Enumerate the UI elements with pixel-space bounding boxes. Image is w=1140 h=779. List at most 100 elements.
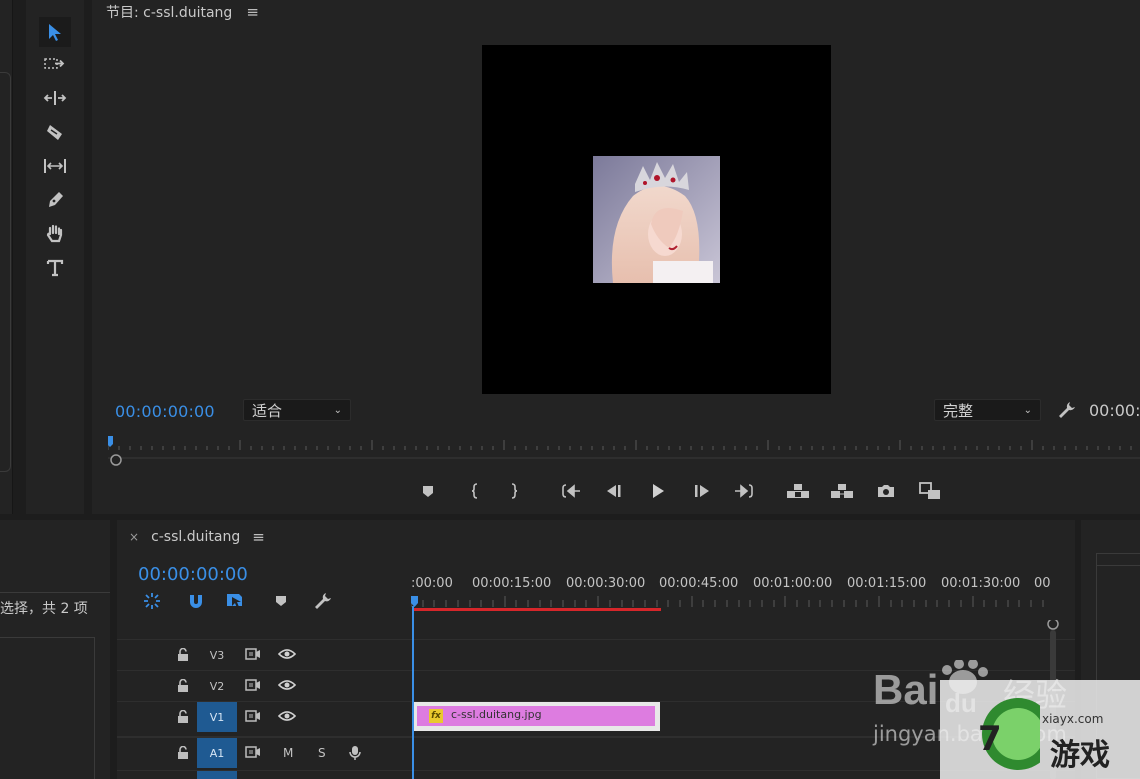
go-to-out-button[interactable] — [732, 480, 756, 502]
track-name-a1[interactable]: A1 — [197, 738, 237, 768]
go-to-out-icon — [735, 484, 753, 498]
program-playhead-timecode[interactable]: 00:00:00:00 — [115, 402, 215, 421]
track-name-v1[interactable]: V1 — [197, 702, 237, 732]
mark-in-button[interactable] — [463, 480, 487, 502]
pen-icon — [49, 192, 63, 207]
camera-icon — [878, 485, 894, 497]
lock-open-icon[interactable] — [177, 746, 189, 760]
track-select-tool-button[interactable] — [39, 49, 71, 79]
preview-image — [593, 156, 720, 283]
compare-view-icon — [919, 482, 940, 499]
lock-open-icon[interactable] — [177, 710, 189, 724]
nest-icon — [144, 593, 160, 609]
wrench-icon — [315, 593, 331, 609]
microphone-icon[interactable] — [349, 745, 361, 761]
track-name-v3[interactable]: V3 — [197, 640, 237, 670]
close-tab-icon[interactable]: × — [129, 530, 139, 544]
ripple-edit-tool-button[interactable] — [39, 83, 71, 113]
type-tool-button[interactable] — [39, 253, 71, 283]
go-to-in-icon — [562, 484, 580, 498]
wrench-icon — [1059, 402, 1075, 418]
hand-icon — [46, 224, 63, 243]
playback-resolution-select[interactable]: 完整 ⌄ — [934, 399, 1041, 421]
selection-count-text: 选择，共 2 项 — [0, 601, 88, 617]
program-menu-icon[interactable]: ≡ — [246, 3, 259, 21]
compare-view-button[interactable] — [918, 480, 942, 502]
clip-name: c-ssl.duitang.jpg — [451, 708, 542, 721]
add-marker-timeline-button[interactable] — [270, 590, 292, 612]
fx-badge[interactable]: fx — [429, 709, 443, 723]
step-forward-icon — [695, 485, 709, 497]
hand-tool-button[interactable] — [39, 219, 71, 249]
clip-body: fx c-ssl.duitang.jpg — [417, 706, 655, 726]
sync-lock-icon[interactable] — [245, 745, 261, 759]
step-back-button[interactable] — [602, 480, 626, 502]
mark-out-button[interactable] — [502, 480, 526, 502]
track-name-a2[interactable] — [197, 771, 237, 779]
project-panel: 选择，共 2 项 — [0, 520, 110, 779]
eye-icon[interactable] — [278, 710, 296, 722]
zoom-level-select[interactable]: 适合 ⌄ — [243, 399, 351, 421]
mark-in-icon — [471, 483, 478, 499]
linked-selection-toggle[interactable] — [225, 590, 247, 612]
selection-tool-button[interactable] — [39, 17, 71, 47]
step-forward-button[interactable] — [690, 480, 714, 502]
program-time-ruler[interactable] — [108, 436, 1140, 466]
go-to-in-button[interactable] — [559, 480, 583, 502]
sequence-tab-title[interactable]: c-ssl.duitang — [151, 529, 240, 545]
chevron-down-icon: ⌄ — [1023, 404, 1032, 416]
extract-icon — [831, 484, 853, 498]
magnet-icon — [190, 595, 202, 608]
settings-wrench-button[interactable] — [1057, 400, 1077, 420]
left-panel-scrollbar[interactable] — [0, 72, 11, 472]
site-name: 游戏 — [1050, 738, 1110, 773]
arrow-select-icon — [49, 24, 61, 41]
export-frame-button[interactable] — [874, 480, 898, 502]
solo-track-button[interactable]: S — [318, 746, 326, 760]
slip-tool-button[interactable] — [39, 151, 71, 181]
razor-icon — [47, 125, 62, 140]
track-select-icon — [44, 58, 65, 69]
play-button[interactable] — [646, 480, 670, 502]
zoom-scroll-handle — [110, 454, 122, 466]
duration-timecode: 00:00: — [1089, 401, 1140, 420]
sync-lock-icon[interactable] — [245, 647, 261, 661]
lift-button[interactable] — [786, 480, 810, 502]
add-marker-button[interactable] — [416, 480, 440, 502]
razor-tool-button[interactable] — [39, 117, 71, 147]
sync-lock-icon[interactable] — [245, 709, 261, 723]
extract-button[interactable] — [830, 480, 854, 502]
chevron-down-icon: ⌄ — [333, 404, 342, 416]
left-panel-edge — [0, 0, 13, 514]
eye-icon[interactable] — [278, 648, 296, 660]
program-monitor-title[interactable]: 节目: c-ssl.duitang — [106, 2, 232, 22]
lock-open-icon[interactable] — [177, 679, 189, 693]
program-viewer[interactable] — [482, 45, 831, 394]
timeline-playhead-timecode[interactable]: 00:00:00:00 — [138, 564, 248, 585]
track-row-a2 — [117, 770, 1075, 779]
site-watermark: 7 xiayx.com 游戏 — [940, 680, 1140, 779]
linked-selection-icon — [227, 594, 242, 608]
sync-lock-icon[interactable] — [245, 678, 261, 692]
transport-controls — [92, 480, 1140, 504]
mark-out-icon — [511, 483, 518, 499]
timeline-settings-button[interactable] — [312, 590, 334, 612]
timeline-clip[interactable]: fx c-ssl.duitang.jpg — [414, 702, 660, 731]
lock-open-icon[interactable] — [177, 648, 189, 662]
play-icon — [653, 484, 664, 498]
timeline-menu-icon[interactable]: ≡ — [252, 528, 265, 546]
program-monitor: 节目: c-ssl.duitang ≡ 00:00:00:00 适合 ⌄ 完整 … — [92, 0, 1140, 514]
type-icon — [46, 259, 64, 277]
eye-icon[interactable] — [278, 679, 296, 691]
nest-sequence-toggle[interactable] — [141, 590, 163, 612]
svg-text:7: 7 — [978, 719, 1002, 759]
track-name-v2[interactable]: V2 — [197, 671, 237, 701]
marker-icon — [423, 486, 433, 497]
svg-text:Bai: Bai — [873, 666, 938, 713]
pen-tool-button[interactable] — [39, 185, 71, 215]
snap-toggle[interactable] — [185, 590, 207, 612]
playhead-line[interactable] — [412, 606, 414, 779]
tools-panel — [26, 0, 84, 514]
mute-track-button[interactable]: M — [283, 746, 293, 760]
playback-resolution-value: 完整 — [943, 401, 974, 420]
